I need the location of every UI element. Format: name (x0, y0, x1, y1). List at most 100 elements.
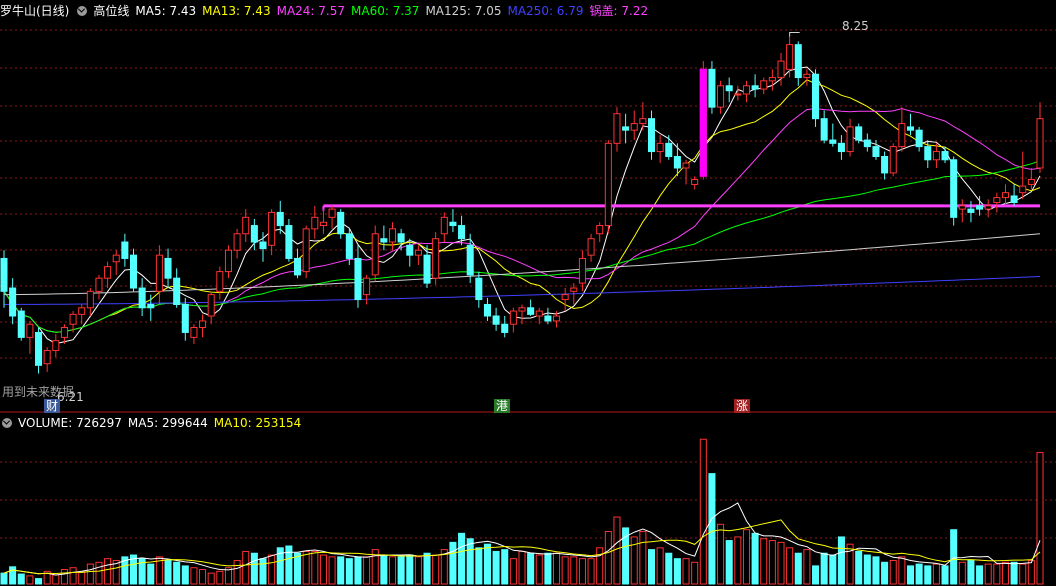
candle-down (380, 238, 388, 243)
candle-down (906, 126, 915, 131)
candle-up (190, 327, 198, 338)
limit-up-candle (699, 68, 707, 177)
candle-up (363, 277, 371, 296)
candle-down (941, 151, 949, 161)
candle-up (932, 151, 940, 161)
volume-bars (0, 438, 1044, 585)
candle-down (35, 331, 43, 366)
volume-bar-up (199, 569, 207, 585)
ma-legend-item: MA24: 7.57 (276, 4, 346, 18)
candle-up (742, 85, 750, 95)
volume-bar-up (207, 572, 215, 585)
candle-down (492, 315, 500, 325)
volume-bar-up (889, 559, 897, 585)
marker-gang[interactable]: 港 (494, 399, 511, 413)
future-data-note: 用到未来数据 (2, 385, 75, 399)
volume-bar-up (52, 574, 60, 585)
indicator-name[interactable]: 高位线 (93, 4, 129, 18)
candle-down (794, 44, 802, 79)
candle-up (518, 307, 526, 312)
candle-up (199, 320, 207, 329)
volume-bar-up (432, 554, 440, 585)
volume-bar-up (578, 558, 586, 585)
candle-up (535, 310, 543, 317)
volume-bar-up (216, 570, 224, 585)
indicator-dropdown-icon[interactable] (77, 6, 88, 16)
marker-cai[interactable]: 财 (44, 399, 61, 413)
candle-up (1036, 118, 1044, 169)
ma-legend-item: 锅盖: 7.22 (589, 4, 649, 18)
candle-up (104, 266, 112, 279)
volume-bar-up (717, 523, 725, 585)
candle-up (639, 118, 647, 125)
candle-up (760, 80, 768, 90)
volume-bar-down (173, 561, 181, 585)
volume-bar-up (734, 536, 742, 585)
volume-bar-up (699, 438, 707, 585)
volume-title[interactable]: VOLUME: 726297 (18, 416, 122, 430)
stock-label[interactable]: 罗牛山(日线) (0, 4, 69, 18)
candle-up (43, 350, 51, 365)
candle-up (604, 142, 612, 227)
candle-down (820, 118, 828, 141)
volume-dropdown-icon[interactable] (2, 418, 12, 428)
volume-bar-up (553, 552, 561, 585)
candle-down (345, 233, 353, 259)
candle-down (915, 129, 923, 148)
candle-down (837, 142, 845, 153)
volume-bar-up (993, 563, 1001, 585)
candle-up (803, 73, 811, 79)
candle-up (371, 233, 379, 276)
candle-up (993, 197, 1001, 204)
candle-up (60, 327, 68, 338)
candle-down (129, 254, 138, 289)
volume-bar-up (190, 567, 198, 585)
volume-bar-down (881, 561, 889, 585)
volume-bar-up (1036, 452, 1044, 585)
volume-bar-up (86, 563, 94, 585)
volume-bar-up (604, 531, 612, 585)
volume-ma5-label: MA5: 299644 (127, 416, 208, 430)
candle-down (397, 233, 405, 243)
candle-up (1027, 179, 1035, 185)
candle-up (561, 294, 569, 301)
candle-down (423, 254, 431, 284)
volume-bar-down (501, 549, 509, 585)
volume-bar-up (777, 541, 785, 585)
volume-bar-down (406, 554, 414, 585)
candle-down (483, 303, 491, 317)
candle-down (829, 139, 837, 144)
volume-bar-down (0, 572, 8, 585)
volume-bar-down (941, 565, 949, 585)
stock-chart-canvas (0, 29, 1056, 585)
marker-zhang[interactable]: 涨 (734, 399, 751, 413)
volume-bar-up (26, 575, 34, 585)
candle-up (570, 287, 578, 292)
candle-up (207, 294, 215, 317)
candle-down (449, 221, 457, 227)
volume-bar-up (587, 558, 595, 585)
candle-down (708, 68, 716, 108)
candle-down (881, 155, 889, 174)
candle-down (475, 277, 483, 301)
high-marker (789, 31, 800, 37)
candle-up (78, 307, 86, 315)
candle-down (647, 118, 656, 153)
volume-bar-up (319, 554, 327, 585)
candle-up (414, 249, 422, 256)
volume-bar-up (742, 529, 750, 585)
candle-up (846, 126, 854, 153)
volume-bar-up (596, 547, 604, 585)
ma-legend-item: MA13: 7.43 (202, 4, 271, 18)
candle-up (224, 249, 232, 273)
candle-down (967, 208, 975, 213)
candle-up (242, 216, 250, 235)
candle-up (268, 211, 276, 246)
volume-bar-down (751, 532, 759, 585)
volume-bar-down (164, 559, 172, 585)
volume-bar-up (613, 516, 621, 585)
candle-up (777, 60, 785, 79)
volume-bar-down (863, 554, 871, 585)
volume-bar-up (69, 567, 77, 585)
candle-up (898, 123, 906, 148)
